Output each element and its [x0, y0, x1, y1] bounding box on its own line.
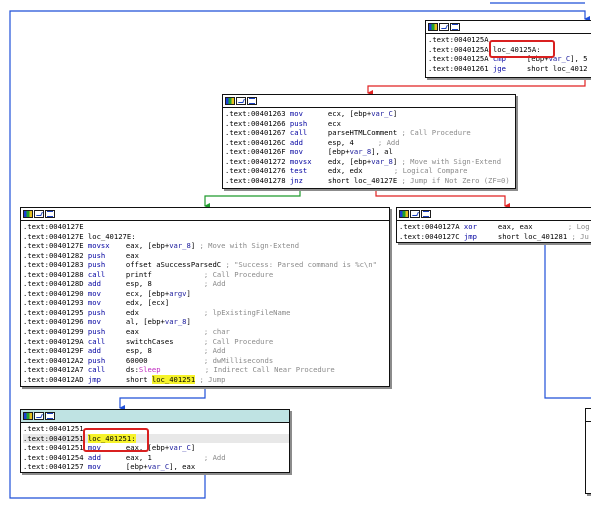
asm-line[interactable]: .text:00401251 — [23, 424, 289, 434]
highlighted-label: loc_401251 — [151, 374, 196, 385]
edge-green-middle-to-left — [204, 187, 301, 209]
asm-line[interactable]: .text:00401254 add eax, 1; Add — [23, 453, 289, 463]
asm-line[interactable]: .text:0040129F add esp, 8; Add — [23, 346, 389, 356]
asm-line[interactable]: .text:00401278 jnz short loc_40127E ; Jum… — [225, 176, 515, 186]
asm-line[interactable]: .text:004012AD jmp short loc_401251 ; Jum… — [23, 374, 389, 385]
graph-overview-icon[interactable] — [34, 412, 44, 420]
asm-line[interactable]: .text:0040127E — [23, 222, 389, 232]
listing-icon[interactable] — [450, 23, 460, 31]
asm-line[interactable]: .text:0040128D add esp, 8; Add — [23, 279, 389, 289]
listing-icon[interactable] — [247, 97, 257, 105]
color-palette-icon[interactable] — [23, 412, 33, 420]
block-header — [21, 208, 389, 221]
asm-line[interactable]: .text:00401272 movsx edx, [ebp+ var_8] ; M… — [225, 157, 515, 167]
asm-line[interactable]: .text:0040125A cmp [ebp+ var_C], 5 — [428, 54, 591, 64]
asm-line[interactable]: .text:0040127C jmp short loc_401281 ; Ju — [399, 232, 591, 242]
color-palette-icon[interactable] — [399, 210, 409, 218]
graph-overview-icon[interactable] — [410, 210, 420, 218]
asm-line[interactable]: .text:00401251 mov eax, [ebp+ var_C] — [23, 443, 289, 453]
asm-line[interactable]: .text:0040129A call switchCases; Call Pro… — [23, 337, 389, 347]
edge-blue-left-to-bottom — [119, 385, 206, 411]
block-loc-40127A[interactable]: .text:0040127A xor eax, eax; Log .text:00… — [396, 207, 591, 243]
block-loc-40125A[interactable]: .text:0040125A .text:0040125A loc_40125A… — [425, 20, 591, 78]
asm-line[interactable]: .text:00401266 push ecx — [225, 119, 515, 129]
asm-line[interactable]: .text:00401283 push offset aSuccessParsed… — [23, 260, 389, 270]
block-header — [397, 208, 591, 221]
asm-line[interactable]: .text:00401282 push eax — [23, 251, 389, 261]
color-palette-icon[interactable] — [428, 23, 438, 31]
asm-line[interactable]: .text:0040126F mov [ebp+ var_8], al — [225, 147, 515, 157]
asm-line[interactable]: .text:00401295 push edx; lpExistingFileNa… — [23, 308, 389, 318]
graph-overview-icon[interactable] — [439, 23, 449, 31]
highlighted-label: loc_401251: — [87, 433, 136, 444]
block-header — [21, 410, 289, 423]
asm-line[interactable]: .text:0040127E movsx eax, [ebp+ var_8] ; M… — [23, 241, 389, 251]
asm-line[interactable]: .text:0040125A loc_40125A: — [428, 45, 591, 55]
label-loc-40125A: loc_40125A: — [492, 44, 541, 54]
listing-icon[interactable] — [45, 210, 55, 218]
asm-line[interactable]: .text:0040127A xor eax, eax; Log — [399, 222, 591, 232]
asm-line[interactable]: .text:00401257 mov [ebp+ var_C], eax — [23, 462, 289, 472]
asm-line[interactable]: .text:0040126C add esp, 4; Add — [225, 138, 515, 148]
asm-line[interactable]: .text:00401299 push eax; char — [23, 327, 389, 337]
block-header — [223, 95, 515, 108]
block-partial-right[interactable] — [585, 408, 591, 494]
asm-line[interactable]: .text:00401263 mov ecx, [ebp+ var_C] — [225, 109, 515, 119]
edge-blue-right-to-bottomright — [544, 241, 591, 399]
asm-line[interactable]: .text:0040127E loc_40127E: — [23, 232, 389, 242]
asm-line[interactable]: .text:00401276 test edx, edx; Logical Com… — [225, 166, 515, 176]
asm-line-current[interactable]: .text:00401251 loc_401251: — [23, 433, 289, 444]
asm-line[interactable]: .text:00401261 jge short loc_4012 — [428, 64, 591, 74]
asm-line[interactable]: .text:00401267 call parseHTMLComment ; Ca… — [225, 128, 515, 138]
ida-graph-view[interactable]: .text:0040125A .text:0040125A loc_40125A… — [0, 0, 591, 513]
listing-icon[interactable] — [421, 210, 431, 218]
asm-line[interactable]: .text:00401296 mov al, [ebp+ var_8] — [23, 317, 389, 327]
block-parse-html-comment[interactable]: .text:00401263 mov ecx, [ebp+ var_C] .text… — [222, 94, 516, 189]
edge-red-top-to-middle — [367, 76, 586, 96]
graph-overview-icon[interactable] — [34, 210, 44, 218]
edge-red-middle-to-right — [375, 187, 510, 209]
asm-line[interactable]: .text:00401293 mov edx, [ecx] — [23, 298, 389, 308]
block-header — [426, 21, 591, 34]
color-palette-icon[interactable] — [23, 210, 33, 218]
block-header — [586, 409, 591, 422]
color-palette-icon[interactable] — [225, 97, 235, 105]
graph-overview-icon[interactable] — [236, 97, 246, 105]
asm-line[interactable]: .text:0040125A — [428, 35, 591, 45]
asm-line[interactable]: .text:00401288 call printf; Call Procedur… — [23, 270, 389, 280]
asm-line[interactable]: .text:004012A2 push 60000; dwMilliseconds — [23, 356, 389, 366]
block-loc-40127E[interactable]: .text:0040127E .text:0040127E loc_40127E… — [20, 207, 390, 387]
listing-icon[interactable] — [45, 412, 55, 420]
asm-line[interactable]: .text:004012A7 call ds: Sleep; Indirect Ca… — [23, 365, 389, 375]
block-loc-401251[interactable]: .text:00401251 .text:00401251 loc_401251… — [20, 409, 290, 473]
asm-line[interactable]: .text:00401290 mov ecx, [ebp+ argv] — [23, 289, 389, 299]
